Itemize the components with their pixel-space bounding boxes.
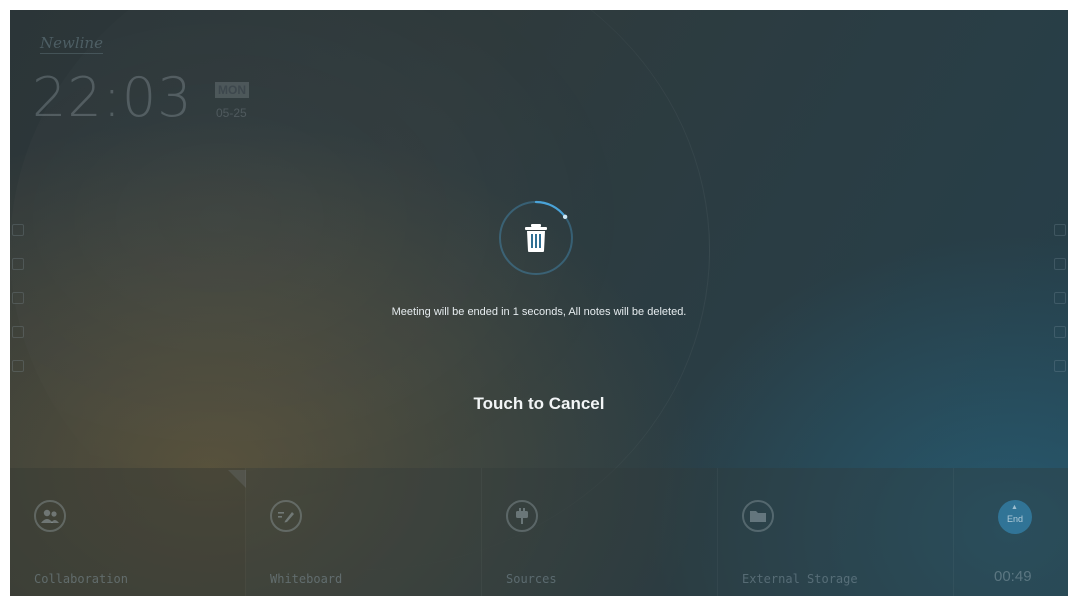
screen: Newline 22:03 MON 05-25 Meeting will be … xyxy=(10,10,1068,596)
dock-item-collaboration[interactable]: Collaboration xyxy=(10,468,246,596)
right-toolbar-icon[interactable] xyxy=(1054,360,1066,372)
day-badge: MON xyxy=(215,82,249,98)
left-toolbar-icon[interactable] xyxy=(12,258,24,270)
meeting-timer: 00:49 xyxy=(994,568,1032,585)
right-toolbar-icon[interactable] xyxy=(1054,326,1066,338)
cancel-button[interactable]: Touch to Cancel xyxy=(439,394,639,418)
left-toolbar-icon[interactable] xyxy=(12,224,24,236)
bottom-dock: Collaboration Whiteboard Sources Externa… xyxy=(10,468,1068,596)
folder-icon xyxy=(742,500,774,532)
dock-item-whiteboard[interactable]: Whiteboard xyxy=(246,468,482,596)
left-toolbar-icon[interactable] xyxy=(12,326,24,338)
right-toolbar-icon[interactable] xyxy=(1054,258,1066,270)
people-icon xyxy=(34,500,66,532)
right-toolbar-icon[interactable] xyxy=(1054,292,1066,304)
countdown-progress-dot xyxy=(562,214,568,220)
date-text: 05-25 xyxy=(216,106,247,120)
dock-label-external-storage: External Storage xyxy=(742,572,858,586)
clock-time: 22:03 xyxy=(32,66,193,129)
delete-warning-message: Meeting will be ended in 1 seconds, All … xyxy=(391,306,687,318)
pen-icon xyxy=(270,500,302,532)
trash-icon xyxy=(525,224,547,252)
dock-item-sources[interactable]: Sources xyxy=(482,468,718,596)
countdown-ring xyxy=(498,200,574,276)
plug-icon xyxy=(506,500,538,532)
dock-label-sources: Sources xyxy=(506,572,557,586)
left-toolbar-icon[interactable] xyxy=(12,292,24,304)
left-toolbar-icon[interactable] xyxy=(12,360,24,372)
chevron-up-icon: ▲ xyxy=(1011,504,1018,511)
dock-item-external-storage[interactable]: External Storage xyxy=(718,468,954,596)
brand-logo: Newline xyxy=(40,34,103,54)
dock-label-collaboration: Collaboration xyxy=(34,572,128,586)
dock-label-whiteboard: Whiteboard xyxy=(270,572,343,586)
dock-end-section: End ▲ 00:49 xyxy=(954,468,1068,596)
right-toolbar-icon[interactable] xyxy=(1054,224,1066,236)
